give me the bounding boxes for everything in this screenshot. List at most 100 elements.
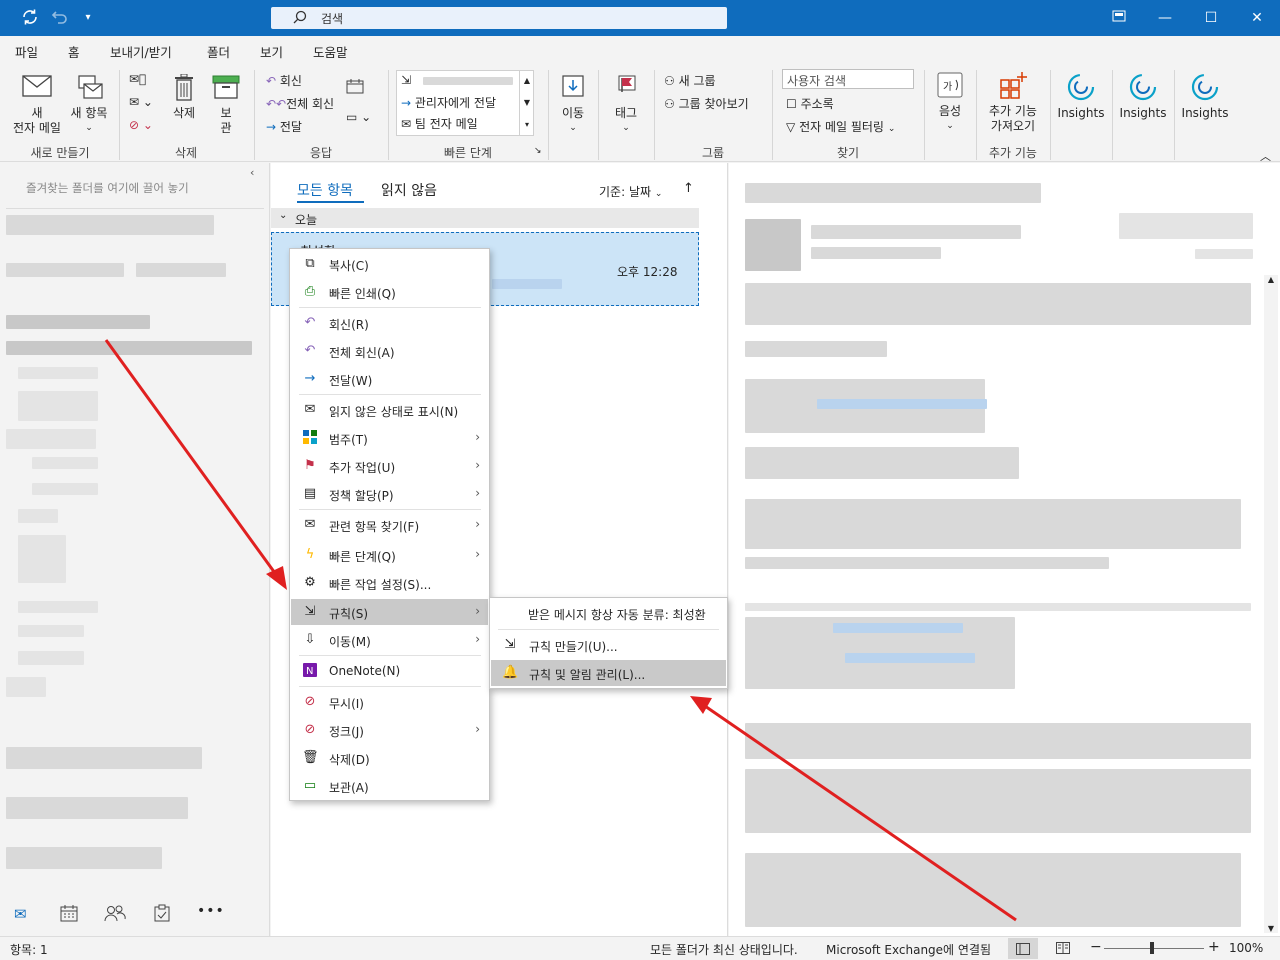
menu-rules[interactable]: ⇲ 규칙(S) › bbox=[291, 599, 488, 625]
menu-reply[interactable]: ↶ 회신(R) bbox=[291, 310, 488, 336]
quick-step-team[interactable]: ✉ 팀 전자 메일 bbox=[401, 115, 478, 132]
ribbon-display-icon[interactable] bbox=[1096, 0, 1142, 36]
menu-move[interactable]: ⇩ 이동(M) › bbox=[291, 627, 488, 653]
menu-quick-print[interactable]: ⎙ 빠른 인쇄(Q) bbox=[291, 279, 488, 305]
zoom-slider-thumb[interactable] bbox=[1150, 942, 1154, 954]
new-items-button[interactable]: 새 항목 ⌄ bbox=[66, 74, 112, 136]
calendar-nav-icon[interactable] bbox=[60, 904, 78, 925]
menu-assign-policy[interactable]: ▤ 정책 할당(P) › bbox=[291, 481, 488, 507]
reading-view-icon[interactable] bbox=[1056, 942, 1070, 957]
forward-button[interactable]: → 전달 bbox=[266, 118, 302, 135]
meeting-reply-button[interactable] bbox=[346, 78, 364, 97]
filter-all-tab[interactable]: 모든 항목 bbox=[297, 180, 353, 200]
ignore-button[interactable]: ✉⃠ bbox=[129, 72, 146, 86]
more-respond-button[interactable]: ▭ ⌄ bbox=[346, 110, 371, 124]
ignore-icon: ✉⃠ bbox=[129, 72, 147, 86]
reading-scrollbar[interactable]: ▲ ▼ bbox=[1264, 275, 1278, 933]
cleanup-button[interactable]: ✉ ⌄ bbox=[129, 95, 153, 109]
tab-send-receive[interactable]: 보내기/받기 bbox=[110, 42, 172, 61]
forward-icon: → bbox=[304, 371, 316, 386]
speech-button[interactable]: 가 음성 ⌄ bbox=[930, 70, 970, 134]
move-to-icon: ⇲ bbox=[401, 73, 412, 87]
reply-all-icon: ↶↶ bbox=[266, 97, 287, 111]
menu-reply-all[interactable]: ↶ 전체 회신(A) bbox=[291, 338, 488, 364]
zoom-slider[interactable] bbox=[1104, 948, 1204, 949]
tab-help[interactable]: 도움말 bbox=[313, 42, 348, 61]
minimize-button[interactable]: — bbox=[1142, 0, 1188, 36]
junk-button[interactable]: ⊘ ⌄ bbox=[129, 118, 153, 132]
zoom-level[interactable]: 100% bbox=[1229, 941, 1263, 955]
tasks-nav-icon[interactable] bbox=[153, 904, 171, 925]
group-header-today[interactable]: ⌄ 오늘 bbox=[271, 208, 699, 228]
browse-groups-button[interactable]: ⚇ 그룹 찾아보기 bbox=[664, 95, 749, 112]
item-count: 항목: 1 bbox=[10, 943, 48, 957]
chevron-down-icon: ⌄ bbox=[279, 210, 288, 221]
get-addins-label-2: 가져오기 bbox=[990, 119, 1036, 133]
zoom-out-button[interactable]: − bbox=[1090, 939, 1102, 955]
menu-forward[interactable]: → 전달(W) bbox=[291, 366, 488, 392]
quick-step-manager[interactable]: → 관리자에게 전달 bbox=[401, 94, 496, 111]
menu-onenote[interactable]: N OneNote(N) bbox=[291, 658, 488, 684]
collapse-pane-icon[interactable]: ‹ bbox=[250, 166, 254, 179]
menu-find-related[interactable]: ✉ 관련 항목 찾기(F) › bbox=[291, 512, 488, 538]
menu-delete[interactable]: 🗑 삭제(D) bbox=[291, 745, 488, 771]
move-button[interactable]: 이동 ⌄ bbox=[554, 74, 592, 136]
zoom-in-button[interactable]: + bbox=[1208, 939, 1220, 955]
close-button[interactable]: ✕ bbox=[1234, 0, 1280, 36]
tab-file[interactable]: 파일 bbox=[15, 42, 38, 61]
trash-icon bbox=[164, 73, 204, 106]
sort-dropdown[interactable]: 기준: 날짜 ⌄ bbox=[599, 183, 662, 200]
search-people-input[interactable]: 사용자 검색 bbox=[782, 69, 914, 89]
menu-copy[interactable]: ⧉ 복사(C) bbox=[291, 251, 488, 277]
ribbon-tabs: 파일 홈 보내기/받기 폴더 보기 도움말 bbox=[0, 36, 1280, 66]
submenu-manage-rules[interactable]: 🔔 규칙 및 알림 관리(L)... bbox=[491, 660, 726, 686]
group-label-delete: 삭제 bbox=[174, 146, 198, 160]
collapse-ribbon-icon[interactable]: ︿ bbox=[1260, 148, 1271, 164]
menu-archive[interactable]: ▭ 보관(A) bbox=[291, 773, 488, 799]
quick-steps-scroll[interactable]: ▲ ▼ ▾ bbox=[519, 70, 534, 136]
menu-quick-steps[interactable]: ϟ 빠른 단계(Q) › bbox=[291, 542, 488, 568]
normal-view-icon[interactable] bbox=[1008, 938, 1038, 959]
search-icon bbox=[293, 10, 307, 27]
tags-button[interactable]: 태그 ⌄ bbox=[606, 74, 646, 136]
mail-nav-icon[interactable]: ✉ bbox=[14, 905, 27, 923]
move-icon bbox=[554, 74, 592, 106]
reply-button[interactable]: ↶ 회신 bbox=[266, 72, 302, 89]
new-email-button[interactable]: 새 전자 메일 bbox=[8, 74, 66, 136]
menu-follow-up[interactable]: ⚑ 추가 작업(U) › bbox=[291, 453, 488, 479]
menu-quick-action-settings[interactable]: ⚙ 빠른 작업 설정(S)... bbox=[291, 570, 488, 596]
filter-icon: ▽ bbox=[786, 120, 796, 134]
sync-icon[interactable] bbox=[20, 8, 40, 28]
search-bar[interactable]: 검색 bbox=[271, 7, 727, 29]
sort-direction-icon[interactable]: ↑ bbox=[683, 181, 694, 196]
menu-mark-unread[interactable]: ✉ 읽지 않은 상태로 표시(N) bbox=[291, 397, 488, 423]
submenu-always-move[interactable]: 받은 메시지 항상 자동 분류: 최성환 bbox=[528, 606, 706, 623]
tab-folder[interactable]: 폴더 bbox=[207, 42, 230, 61]
rules-icon: ⇲ bbox=[304, 604, 316, 619]
tab-view[interactable]: 보기 bbox=[260, 42, 283, 61]
customize-toolbar-icon[interactable]: ▾ bbox=[78, 8, 98, 28]
maximize-button[interactable]: ☐ bbox=[1188, 0, 1234, 36]
delete-button[interactable]: 삭제 bbox=[164, 73, 204, 121]
insights-button-2[interactable]: Insights bbox=[1116, 72, 1170, 121]
archive-button[interactable]: 보 관 bbox=[208, 74, 244, 136]
insights-button-1[interactable]: Insights bbox=[1054, 72, 1108, 121]
more-apps-icon[interactable]: ••• bbox=[197, 903, 225, 919]
filter-unread-tab[interactable]: 읽지 않음 bbox=[381, 180, 437, 200]
new-group-button[interactable]: ⚇ 새 그룹 bbox=[664, 72, 716, 89]
menu-categorize[interactable]: 범주(T) › bbox=[291, 425, 488, 451]
submenu-create-rule[interactable]: ⇲ 규칙 만들기(U)... bbox=[491, 632, 726, 658]
menu-junk[interactable]: ⊘ 정크(J) › bbox=[291, 717, 488, 743]
reply-all-button[interactable]: ↶↶전체 회신 bbox=[266, 95, 334, 112]
group-label-addins: 추가 기능 bbox=[989, 146, 1037, 160]
get-addins-button[interactable]: 추가 기능 가져오기 bbox=[982, 70, 1044, 134]
address-book-button[interactable]: ☐ 주소록 bbox=[786, 95, 834, 112]
filter-email-button[interactable]: ▽ 전자 메일 필터링 ⌄ bbox=[786, 118, 895, 135]
tab-home[interactable]: 홈 bbox=[67, 42, 81, 66]
search-label: 검색 bbox=[321, 12, 344, 26]
menu-ignore[interactable]: ⊘ 무시(I) bbox=[291, 689, 488, 715]
insights-button-3[interactable]: Insights bbox=[1178, 72, 1232, 121]
people-nav-icon[interactable] bbox=[104, 904, 126, 925]
quick-step-move[interactable]: ⇲ bbox=[401, 73, 513, 87]
undo-icon[interactable] bbox=[50, 8, 70, 28]
